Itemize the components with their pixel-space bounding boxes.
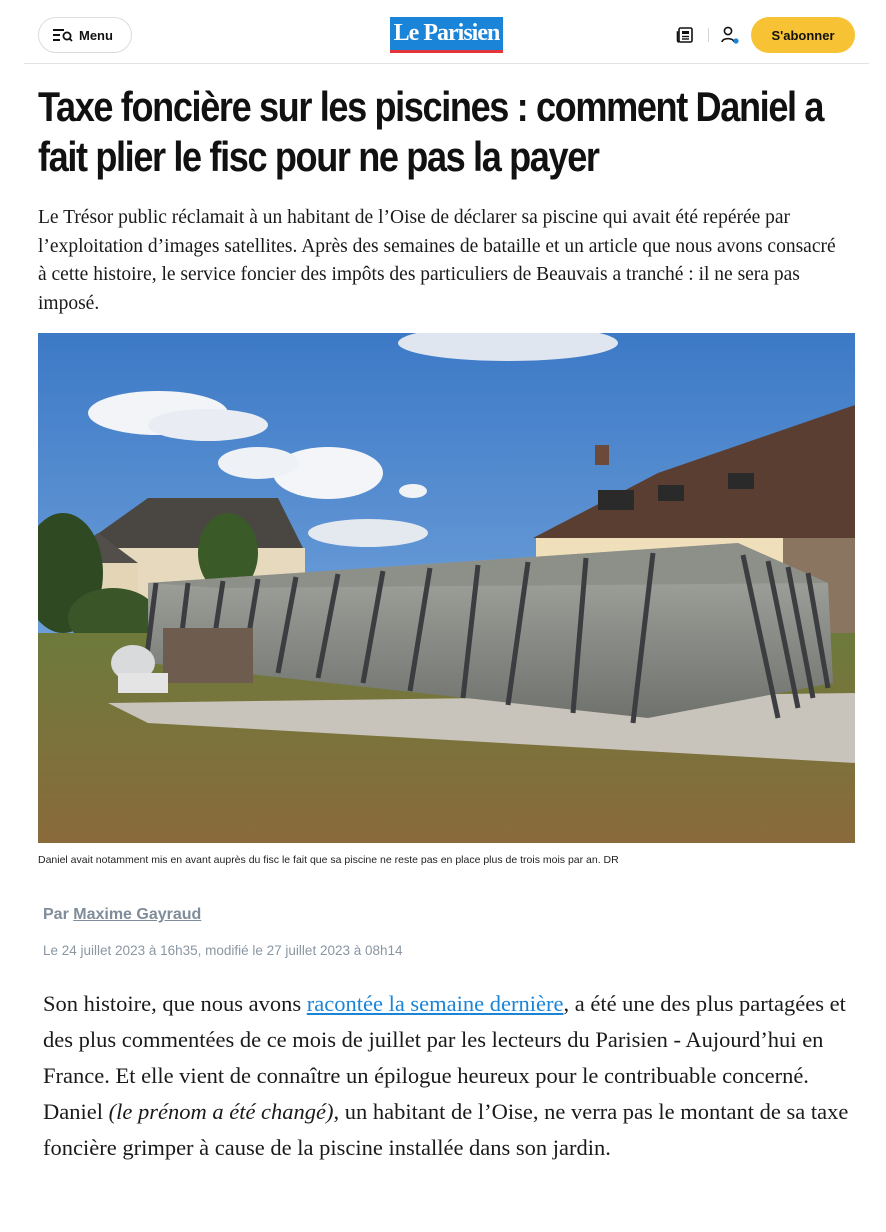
byline-prefix: Par [43, 906, 69, 923]
article-body-paragraph: Son histoire, que nous avons racontée la… [43, 986, 873, 1166]
site-header: Menu Le Parisien S'abonner [24, 0, 869, 64]
article-dateline: Le 24 juillet 2023 à 16h35, modifié le 2… [43, 943, 403, 958]
body-inline-link[interactable]: racontée la semaine dernière [307, 991, 564, 1016]
body-italic-note: (le prénom a été changé) [108, 1099, 334, 1124]
article-photo [38, 333, 855, 843]
author-link[interactable]: Maxime Gayraud [73, 906, 201, 923]
menu-search-icon [53, 29, 73, 42]
user-icon[interactable] [720, 25, 740, 45]
article-lead: Le Trésor public réclamait à un habitant… [38, 207, 836, 314]
article-title: Taxe foncière sur les piscines : comment… [38, 83, 824, 180]
newspaper-icon[interactable] [676, 26, 694, 44]
menu-button[interactable]: Menu [38, 17, 132, 53]
subscribe-button[interactable]: S'abonner [751, 17, 855, 53]
photo-caption: Daniel avait notamment mis en avant aupr… [38, 854, 619, 866]
byline: Par Maxime Gayraud [43, 906, 201, 924]
le-parisien-logo[interactable]: Le Parisien [390, 17, 503, 53]
header-divider [708, 28, 709, 42]
logo-text: Le Parisien [393, 20, 501, 46]
body-text-part1: Son histoire, que nous avons [43, 991, 307, 1016]
menu-label: Menu [79, 27, 113, 43]
